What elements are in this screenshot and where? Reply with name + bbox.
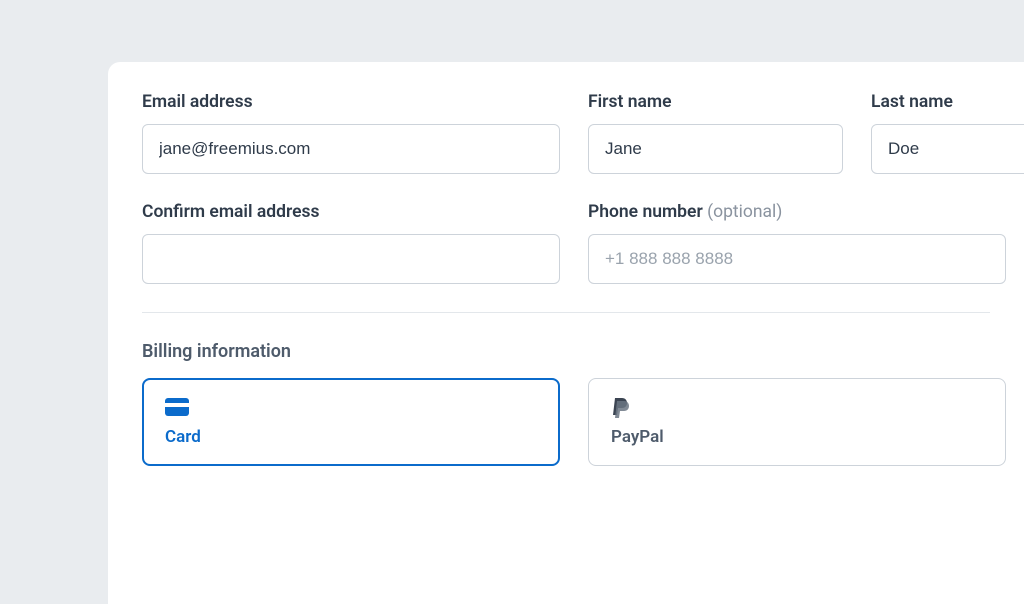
confirm-email-input[interactable] — [142, 234, 560, 284]
checkout-form: Email address First name Last name Confi… — [108, 62, 1024, 604]
phone-label-text: Phone number — [588, 202, 703, 222]
last-name-label: Last name — [871, 92, 1024, 112]
first-name-field-group: First name — [588, 92, 843, 174]
phone-label: Phone number (optional) — [588, 202, 1006, 222]
first-name-input[interactable] — [588, 124, 843, 174]
first-name-label: First name — [588, 92, 843, 112]
payment-option-paypal[interactable]: PayPal — [588, 378, 1006, 466]
last-name-field-group: Last name — [871, 92, 1024, 174]
phone-input[interactable] — [588, 234, 1006, 284]
email-input[interactable] — [142, 124, 560, 174]
payment-option-paypal-label: PayPal — [611, 427, 983, 447]
last-name-input[interactable] — [871, 124, 1024, 174]
divider — [142, 312, 990, 313]
payment-option-card[interactable]: Card — [142, 378, 560, 466]
billing-section-title: Billing information — [142, 341, 990, 362]
card-icon — [165, 395, 537, 419]
confirm-email-label: Confirm email address — [142, 202, 560, 222]
payment-option-card-label: Card — [165, 427, 537, 447]
paypal-icon — [611, 395, 983, 419]
email-field-group: Email address — [142, 92, 560, 174]
phone-optional-text: (optional) — [707, 202, 782, 222]
email-label: Email address — [142, 92, 560, 112]
confirm-email-field-group: Confirm email address — [142, 202, 560, 284]
phone-field-group: Phone number (optional) — [588, 202, 1006, 284]
